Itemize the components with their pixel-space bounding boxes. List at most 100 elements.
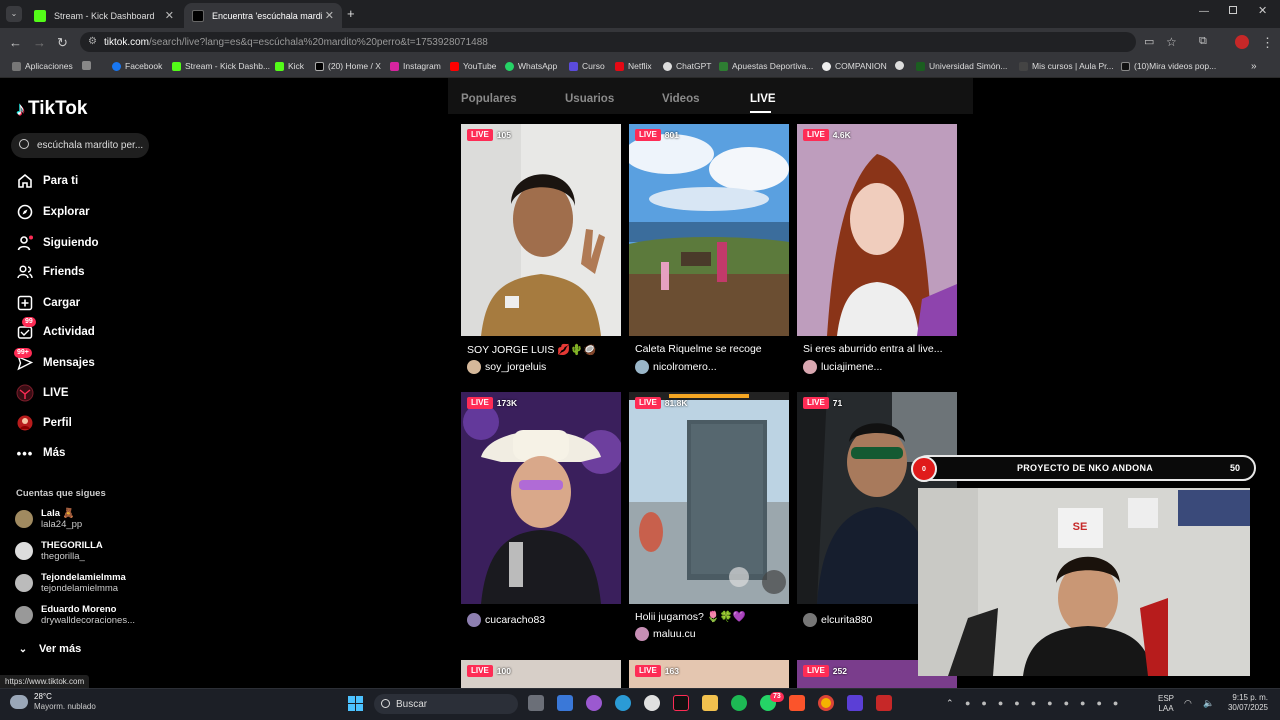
search-input[interactable]: escúchala mardito per... — [11, 133, 149, 158]
bookmark-mis-cursos[interactable]: Mis cursos | Aula Pr... — [1019, 61, 1114, 71]
live-card[interactable]: LIVE 4.6K — [797, 124, 957, 336]
upload-icon — [16, 294, 34, 312]
nav-friends[interactable]: Friends — [16, 263, 85, 281]
live-card-user[interactable]: soy_jorgeluis — [467, 360, 546, 374]
tab-videos[interactable]: Videos — [662, 93, 700, 105]
live-card[interactable]: LIVE 801 — [629, 124, 789, 336]
tab-search-button[interactable]: ⌄ — [6, 6, 22, 22]
menu-icon[interactable]: ⋮ — [1261, 35, 1274, 51]
tab-live[interactable]: LIVE — [750, 93, 776, 105]
bookmarks-overflow-icon[interactable]: » — [1251, 61, 1257, 72]
followed-account[interactable]: THEGORILLA thegorilla_ — [15, 540, 103, 562]
bookmark-facebook[interactable]: Facebook — [112, 61, 162, 71]
new-tab-button[interactable]: + — [347, 6, 355, 21]
file-explorer-icon[interactable] — [702, 695, 718, 711]
bookmark-curso[interactable]: Curso — [569, 61, 605, 71]
site-info-icon[interactable]: ⚙ — [88, 36, 97, 47]
spotify-icon[interactable] — [731, 695, 747, 711]
nav-perfil[interactable]: Perfil — [16, 414, 72, 432]
bookmark-grid[interactable] — [82, 61, 95, 70]
bookmark-instagram[interactable]: Instagram — [390, 61, 441, 71]
bookmark-netflix[interactable]: Netflix — [615, 61, 652, 71]
tiktok-app-icon[interactable] — [673, 695, 689, 711]
bookmark-chatgpt[interactable]: ChatGPT — [663, 61, 711, 71]
live-card-title[interactable]: SOY JORGE LUIS 💋🌵🥥 — [467, 343, 596, 356]
bookmark-x[interactable]: (20) Home / X — [315, 61, 381, 71]
nav-actividad[interactable]: 99 Actividad — [16, 317, 95, 341]
chrome-icon[interactable] — [818, 695, 834, 711]
volume-icon[interactable]: 🔈 — [1203, 698, 1214, 708]
bookmark-kick-dashboard[interactable]: Stream - Kick Dashb... — [172, 61, 270, 71]
nav-mensajes[interactable]: 99+ Mensajes — [14, 348, 95, 372]
chatgpt-icon[interactable] — [644, 695, 660, 711]
windows-start-icon[interactable] — [348, 696, 363, 711]
nav-cargar[interactable]: Cargar — [16, 294, 80, 312]
bookmark-apps[interactable]: Aplicaciones — [12, 61, 73, 71]
live-card-user[interactable]: elcurita880 — [803, 613, 872, 627]
back-icon[interactable]: ← — [9, 35, 22, 50]
taskbar-search[interactable]: Buscar — [374, 694, 518, 714]
bookmark-whatsapp[interactable]: WhatsApp — [505, 61, 557, 71]
bookmark-companion[interactable]: COMPANION — [822, 61, 887, 71]
browser-tab-kick[interactable]: Stream - Kick Dashboard ✕ — [26, 3, 182, 28]
followed-account[interactable]: Tejondelamielmma tejondelamielmma — [15, 572, 126, 594]
profile-avatar[interactable] — [1235, 35, 1249, 49]
followed-account[interactable]: Lala 🧸 lala24_pp — [15, 508, 82, 530]
nav-live[interactable]: LIVE — [16, 384, 69, 402]
viewer-count: 801 — [664, 130, 679, 140]
apps-icon — [12, 61, 21, 71]
minimize-button[interactable]: — — [1199, 6, 1209, 17]
live-card-user[interactable]: nicolromero... — [635, 360, 717, 374]
address-bar[interactable]: ⚙ tiktok.com/search/live?lang=es&q=escúc… — [80, 32, 1136, 52]
edge-icon[interactable] — [615, 695, 631, 711]
nav-mas[interactable]: ••• Más — [16, 444, 66, 462]
tab-usuarios[interactable]: Usuarios — [565, 93, 614, 105]
cast-icon[interactable]: ▭ — [1144, 35, 1154, 48]
nav-explorar[interactable]: Explorar — [16, 203, 90, 221]
close-tab-icon[interactable]: ✕ — [325, 9, 334, 22]
store-icon[interactable] — [557, 695, 573, 711]
bookmark-star-icon[interactable]: ☆ — [1166, 35, 1177, 49]
bookmark-globe[interactable] — [895, 61, 908, 70]
bookmark-tiktok[interactable]: (10)Mira videos pop... — [1121, 61, 1216, 71]
close-window-button[interactable]: ✕ — [1258, 4, 1267, 17]
nav-siguiendo[interactable]: Siguiendo — [16, 234, 99, 252]
nav-para-ti[interactable]: Para ti — [16, 172, 78, 190]
live-card-title[interactable]: Holii jugamos? 🌷🍀💜 — [635, 610, 746, 623]
live-card[interactable]: LIVE 105 — [461, 124, 621, 336]
live-card-user[interactable]: luciajimene... — [803, 360, 882, 374]
live-card-title[interactable]: Caleta Riquelme se recoge — [635, 343, 762, 355]
close-tab-icon[interactable]: ✕ — [165, 9, 174, 22]
restore-button[interactable] — [1229, 6, 1237, 14]
live-card[interactable]: LIVE 163 — [629, 660, 789, 688]
task-view-icon[interactable] — [528, 695, 544, 711]
live-card-title[interactable]: Si eres aburrido entra al live... — [803, 343, 942, 355]
see-more-button[interactable]: ⌄ Ver más — [16, 640, 81, 658]
copilot-icon[interactable] — [586, 695, 602, 711]
reload-icon[interactable]: ↻ — [57, 35, 68, 51]
bookmark-kick[interactable]: Kick — [275, 61, 304, 71]
live-card[interactable]: LIVE 81.8K — [629, 392, 789, 604]
weather-widget[interactable]: 28°C Mayorm. nublado — [10, 692, 96, 712]
live-card[interactable]: LIVE 100 — [461, 660, 621, 688]
bookmark-youtube[interactable]: YouTube — [450, 61, 496, 71]
obs-icon[interactable] — [847, 695, 863, 711]
tab-populares[interactable]: Populares — [461, 93, 517, 105]
tray-overflow-icon[interactable]: ⌃ — [946, 698, 954, 708]
clock[interactable]: 9:15 p. m. 30/07/2025 — [1222, 693, 1268, 713]
network-icon[interactable]: ◠ — [1184, 698, 1192, 708]
keyboard-language[interactable]: ESP LAA — [1158, 694, 1174, 714]
browser-tab-tiktok[interactable]: Encuentra 'escúchala mardito p... ✕ — [184, 3, 342, 28]
followed-account[interactable]: Eduardo Moreno drywalldecoraciones... — [15, 604, 135, 626]
app-f-icon[interactable] — [876, 695, 892, 711]
extensions-icon[interactable]: ⧉ — [1199, 35, 1207, 48]
live-card[interactable]: LIVE 173K — [461, 392, 621, 604]
brave-icon[interactable] — [789, 695, 805, 711]
live-card-user[interactable]: cucaracho83 — [467, 613, 545, 627]
bookmark-universidad[interactable]: Universidad Simón... — [916, 61, 1007, 71]
forward-icon[interactable]: → — [33, 35, 46, 50]
tiktok-logo[interactable]: ♪ TikTok — [16, 98, 87, 120]
like-count: 173K — [496, 398, 518, 408]
live-card-user[interactable]: maluu.cu — [635, 627, 696, 641]
bookmark-apuestas[interactable]: Apuestas Deportiva... — [719, 61, 813, 71]
